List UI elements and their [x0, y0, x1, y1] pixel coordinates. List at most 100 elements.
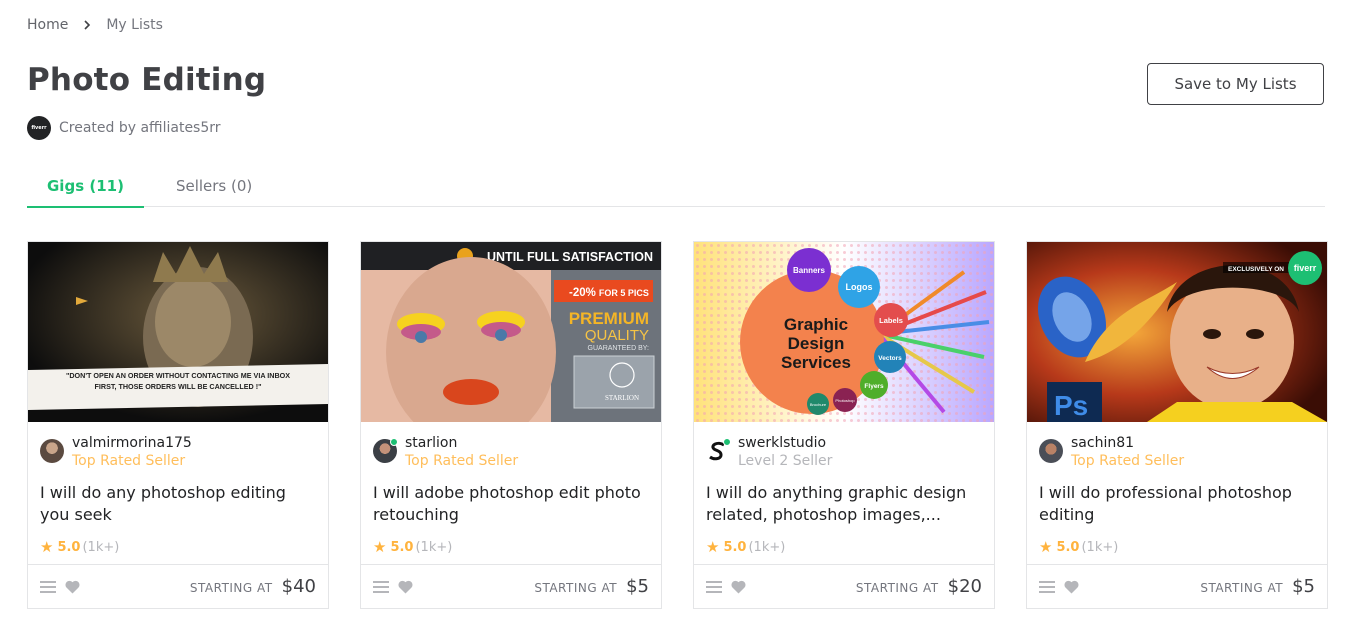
gig-price[interactable]: STARTING AT $20 — [856, 576, 982, 597]
gig-footer: STARTING AT $5 — [361, 564, 661, 608]
guaranteed-text: GUARANTEED BY: — [588, 345, 650, 352]
price-amount: $20 — [947, 576, 982, 597]
gig-price[interactable]: STARTING AT $40 — [190, 576, 316, 597]
breadcrumb-current: My Lists — [106, 17, 163, 33]
online-status-dot — [390, 438, 398, 446]
seller-level: Level 2 Seller — [738, 453, 833, 469]
star-icon: ★ — [373, 538, 387, 556]
creator-avatar-logo-text: fiverr — [31, 125, 47, 131]
gig-rating: ★ 5.0 (1k+) — [706, 538, 785, 556]
gig-footer: STARTING AT $5 — [1027, 564, 1327, 608]
bubble-brochure: Brochure — [810, 402, 827, 407]
breadcrumb-home-link[interactable]: Home — [27, 17, 68, 33]
heart-icon[interactable] — [730, 579, 747, 595]
list-tabs: Gigs (11) Sellers (0) — [27, 165, 1325, 208]
starting-at-label: STARTING AT — [534, 581, 618, 595]
seller-level: Top Rated Seller — [405, 453, 519, 469]
starting-at-label: STARTING AT — [1200, 581, 1284, 595]
gig-rating: ★ 5.0 (1k+) — [1039, 538, 1118, 556]
banner-text-line2: FIRST, THOSE ORDERS WILL BE CANCELLED !" — [95, 382, 262, 391]
discount-percent: -20% — [569, 287, 596, 299]
gig-thumbnail[interactable]: Ps EXCLUSIVELY ON fiverr — [1027, 242, 1327, 422]
brand-text: STARLION — [605, 394, 639, 402]
svg-text:Ps: Ps — [1054, 390, 1088, 421]
gig-image-retouching: UNTIL FULL SATISFACTION -20% FOR 5 PICS P… — [361, 242, 661, 422]
seller-avatar[interactable] — [373, 438, 398, 463]
seller-avatar[interactable] — [40, 439, 64, 463]
creator-avatar[interactable]: fiverr — [27, 116, 51, 140]
price-amount: $40 — [281, 576, 316, 597]
heart-icon[interactable] — [1063, 579, 1080, 595]
online-status-dot — [723, 438, 731, 446]
fiverr-brand-text: fiverr — [1294, 263, 1317, 273]
gig-card: "DON'T OPEN AN ORDER WITHOUT CONTACTING … — [27, 241, 329, 609]
gig-thumbnail[interactable]: Graphic Design Services Banners Logos La… — [694, 242, 994, 422]
gig-card: Graphic Design Services Banners Logos La… — [693, 241, 995, 609]
bubble-banners: Banners — [793, 266, 826, 275]
collect-list-icon[interactable] — [373, 579, 389, 595]
rating-score: 5.0 — [1056, 539, 1080, 555]
save-to-my-lists-button[interactable]: Save to My Lists — [1147, 63, 1324, 105]
page-title: Photo Editing — [27, 62, 267, 98]
seller-avatar[interactable] — [706, 438, 731, 463]
premium-text: PREMIUM — [569, 309, 649, 328]
seller-name[interactable]: starlion — [405, 434, 518, 452]
rating-score: 5.0 — [57, 539, 81, 555]
starting-at-label: STARTING AT — [189, 581, 273, 595]
seller-avatar[interactable] — [1039, 439, 1063, 463]
collect-list-icon[interactable] — [40, 579, 56, 595]
seller-info: valmirmorina175 Top Rated Seller — [40, 434, 192, 470]
star-icon: ★ — [706, 538, 720, 556]
rating-count: (1k+) — [82, 539, 120, 555]
breadcrumb: Home My Lists — [27, 17, 163, 33]
gig-image-graphic-design: Graphic Design Services Banners Logos La… — [694, 242, 994, 422]
bubble-labels: Labels — [879, 316, 903, 325]
gig-rating: ★ 5.0 (1k+) — [40, 538, 119, 556]
chevron-right-icon — [84, 20, 91, 30]
gig-image-professional-editing: Ps EXCLUSIVELY ON fiverr — [1027, 242, 1327, 422]
gig-price[interactable]: STARTING AT $5 — [1200, 576, 1315, 597]
seller-name[interactable]: sachin81 — [1071, 434, 1184, 452]
starting-at-label: STARTING AT — [855, 581, 939, 595]
gig-title[interactable]: I will do professional photoshop editing — [1039, 482, 1319, 526]
rating-score: 5.0 — [723, 539, 747, 555]
quality-text: QUALITY — [585, 327, 649, 344]
gig-thumbnail[interactable]: "DON'T OPEN AN ORDER WITHOUT CONTACTING … — [28, 242, 328, 422]
bubble-logos: Logos — [846, 282, 873, 292]
service-line3: Services — [781, 353, 851, 372]
collect-list-icon[interactable] — [1039, 579, 1055, 595]
banner-text-line1: "DON'T OPEN AN ORDER WITHOUT CONTACTING … — [66, 371, 290, 380]
star-icon: ★ — [1039, 538, 1053, 556]
gig-rating: ★ 5.0 (1k+) — [373, 538, 452, 556]
tab-gigs[interactable]: Gigs (11) — [27, 165, 144, 208]
gig-price[interactable]: STARTING AT $5 — [534, 576, 649, 597]
price-amount: $5 — [1292, 576, 1315, 597]
tab-sellers[interactable]: Sellers (0) — [156, 165, 272, 207]
heart-icon[interactable] — [397, 579, 414, 595]
service-line2: Design — [788, 334, 845, 353]
exclusive-text: EXCLUSIVELY ON — [1228, 266, 1284, 273]
gig-title[interactable]: I will adobe photoshop edit photo retouc… — [373, 482, 653, 526]
banner-top-text: UNTIL FULL SATISFACTION — [487, 250, 653, 264]
discount-label: FOR 5 PICS — [599, 288, 649, 298]
rating-count: (1k+) — [1081, 539, 1119, 555]
service-line1: Graphic — [784, 315, 848, 334]
heart-icon[interactable] — [64, 579, 81, 595]
rating-count: (1k+) — [415, 539, 453, 555]
bubble-vectors: Vectors — [878, 355, 902, 362]
gig-grid: "DON'T OPEN AN ORDER WITHOUT CONTACTING … — [27, 241, 1328, 609]
gig-title[interactable]: I will do anything graphic design relate… — [706, 482, 986, 526]
price-amount: $5 — [626, 576, 649, 597]
gig-image-king: "DON'T OPEN AN ORDER WITHOUT CONTACTING … — [28, 242, 328, 422]
seller-name[interactable]: valmirmorina175 — [72, 434, 192, 452]
gig-card: UNTIL FULL SATISFACTION -20% FOR 5 PICS P… — [360, 241, 662, 609]
seller-info: starlion Top Rated Seller — [373, 434, 518, 470]
list-creator: fiverr Created by affiliates5rr — [27, 116, 221, 140]
seller-info: swerklstudio Level 2 Seller — [706, 434, 832, 470]
gig-thumbnail[interactable]: UNTIL FULL SATISFACTION -20% FOR 5 PICS P… — [361, 242, 661, 422]
seller-name[interactable]: swerklstudio — [738, 434, 832, 452]
gig-title[interactable]: I will do any photoshop editing you seek — [40, 482, 320, 526]
collect-list-icon[interactable] — [706, 579, 722, 595]
rating-count: (1k+) — [748, 539, 786, 555]
bubble-flyers: Flyers — [864, 383, 884, 390]
